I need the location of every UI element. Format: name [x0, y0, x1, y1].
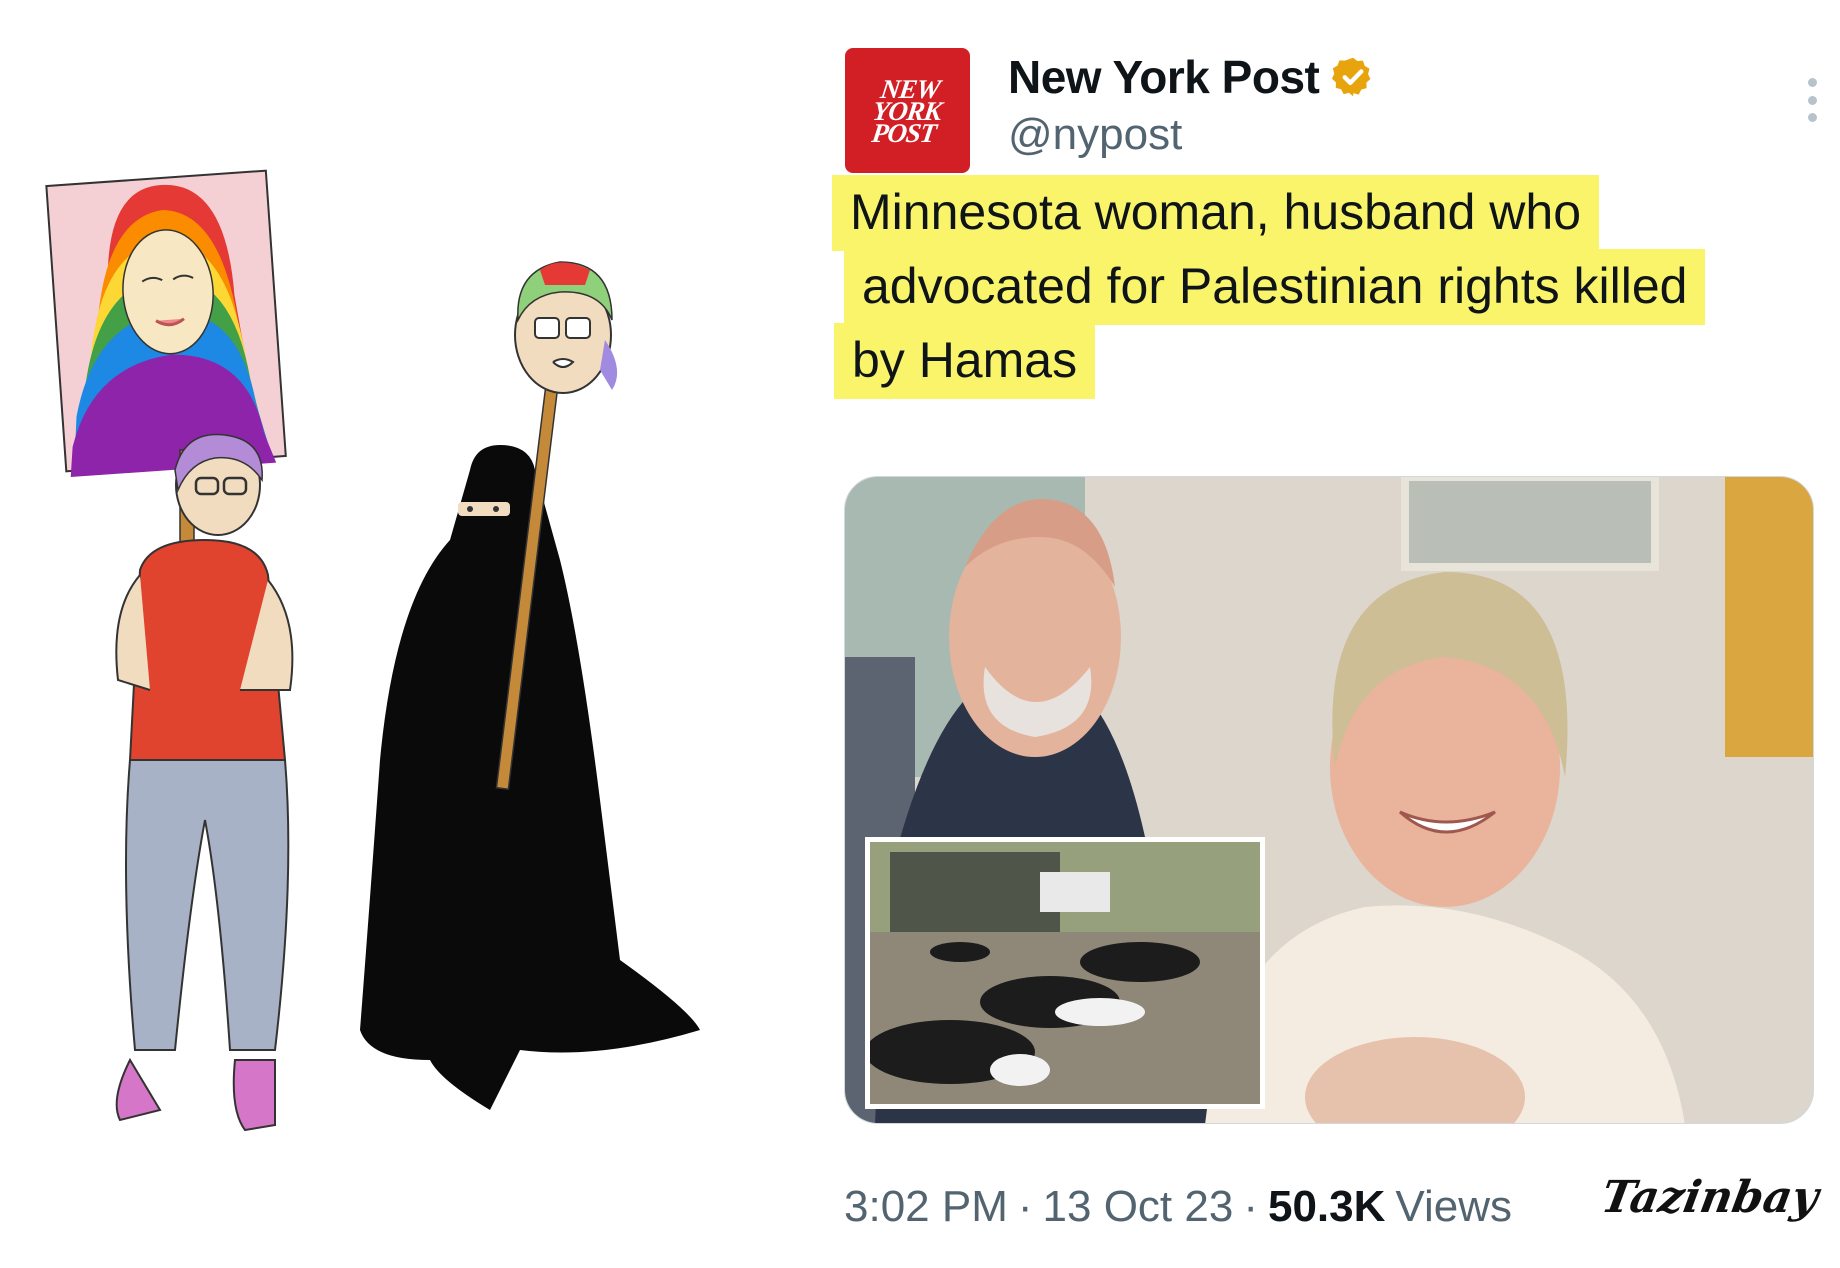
tweet-time[interactable]: 3:02 PM: [844, 1182, 1008, 1232]
protester-figure: [115, 433, 294, 1132]
tweet-date[interactable]: 13 Oct 23: [1043, 1182, 1234, 1232]
more-dot: [1807, 95, 1817, 105]
more-dot: [1807, 113, 1817, 122]
nypost-avatar[interactable]: NEW YORK POST: [845, 48, 970, 173]
author-name-row: New York Post: [1008, 50, 1375, 104]
headline-line-1: Minnesota woman, husband who: [832, 175, 1600, 251]
cartoon-drawing: [45, 169, 700, 1132]
inset-scene: [870, 842, 1260, 1104]
tweet-media-photo[interactable]: [844, 476, 1814, 1124]
cartoon-illustration: [0, 0, 820, 1268]
views-label: Views: [1395, 1182, 1512, 1231]
author-display-name[interactable]: New York Post: [1008, 50, 1320, 104]
severed-head-drawing: [514, 261, 618, 394]
logo-word-3: POST: [870, 117, 939, 148]
more-options-icon[interactable]: [1804, 78, 1820, 122]
rainbow-protest-sign: [45, 169, 287, 478]
nypost-logo: NEW YORK POST: [869, 74, 946, 148]
headline-line-2: advocated for Palestinian rights killed: [844, 249, 1706, 325]
verified-badge-icon: [1332, 57, 1371, 97]
headline-line-3: by Hamas: [834, 323, 1096, 399]
inset-photo: [865, 837, 1265, 1109]
tweet-card[interactable]: NEW YORK POST New York Post @nypost Minn…: [830, 0, 1840, 1268]
meta-separator: ·: [1017, 1182, 1033, 1231]
author-handle[interactable]: @nypost: [1008, 110, 1182, 160]
more-dot: [1807, 78, 1817, 87]
views-count: 50.3K: [1267, 1182, 1386, 1231]
watermark-signature: Tazinbay: [1597, 1172, 1823, 1223]
meta-separator: ·: [1243, 1182, 1258, 1231]
tweet-metadata: 3:02 PM · 13 Oct 23 · 50.3K Views: [844, 1182, 1512, 1232]
